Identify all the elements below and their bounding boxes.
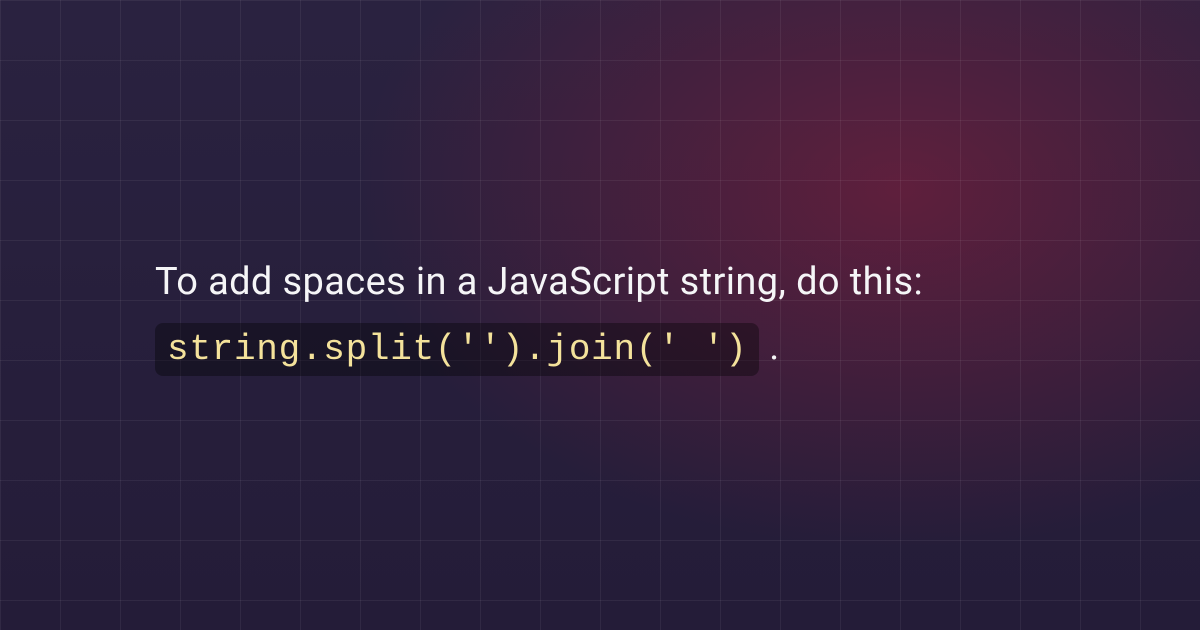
code-snippet: string.split('').join(' ') (155, 323, 759, 376)
main-text-block: To add spaces in a JavaScript string, do… (155, 250, 1055, 380)
lead-text: To add spaces in a JavaScript string, do… (155, 260, 923, 304)
trailing-text: . (759, 325, 779, 369)
